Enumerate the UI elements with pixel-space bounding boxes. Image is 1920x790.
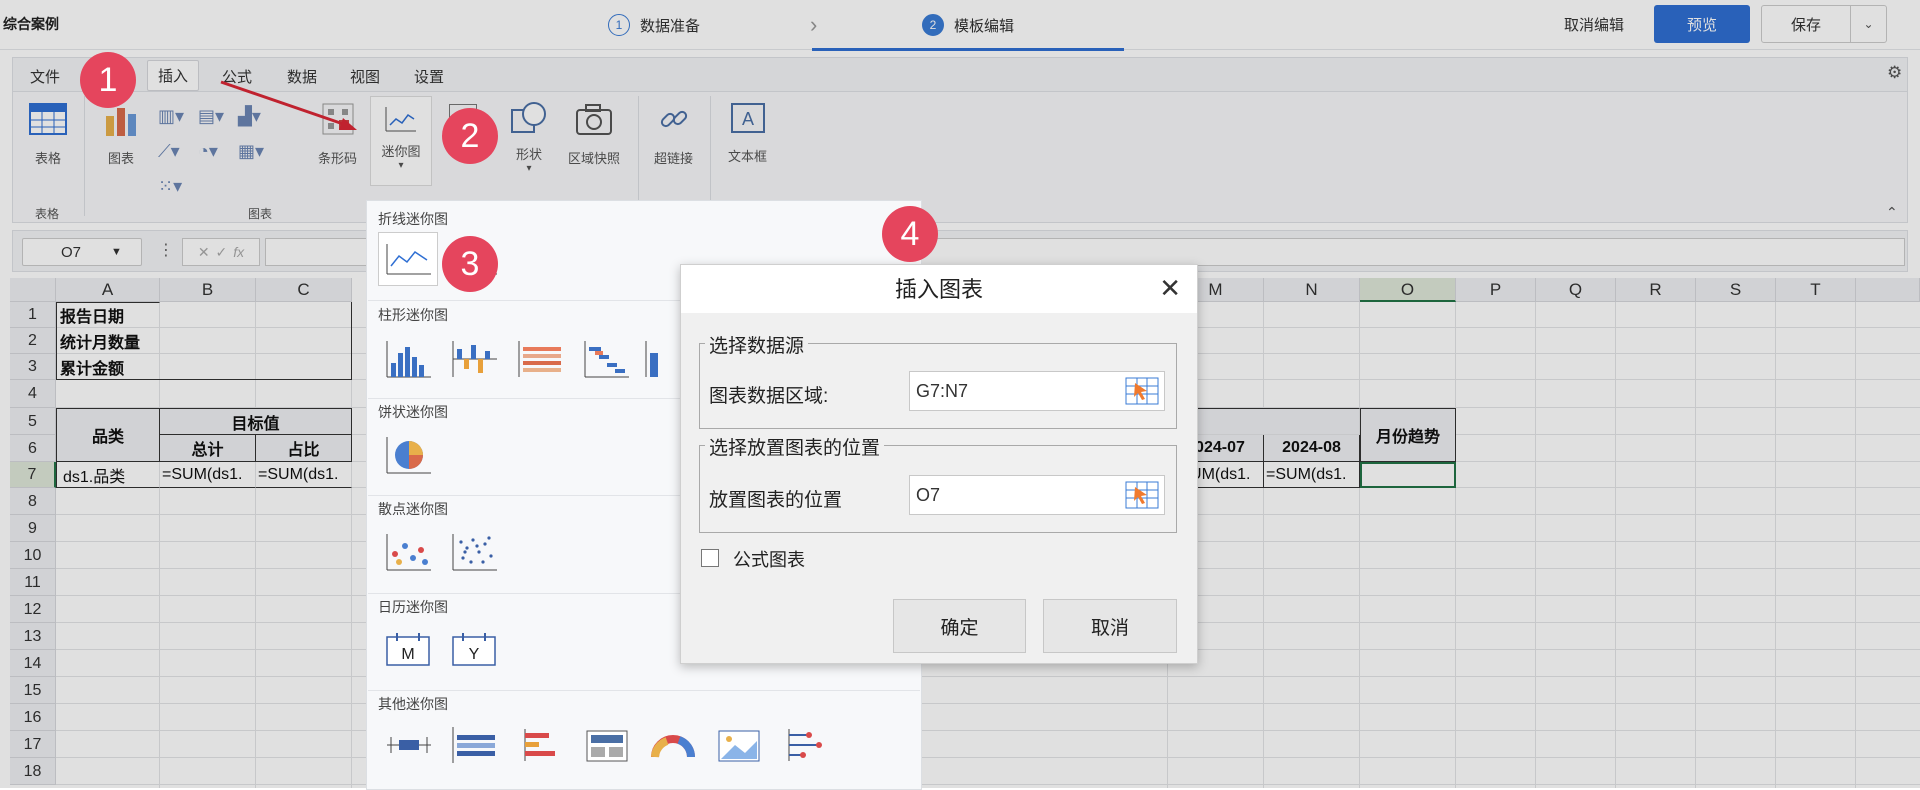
column-sparkline-option[interactable] [444, 332, 504, 386]
step-badge: 3 [442, 236, 498, 292]
other-sparkline-option[interactable] [642, 718, 702, 772]
section-pie-sparkline: 饼状迷你图 [378, 404, 448, 420]
dense-scatter-sparkline-option[interactable] [444, 525, 504, 579]
formula-chart-label: 公式图表 [733, 550, 805, 570]
image-sparkline-icon [586, 730, 628, 762]
section-calendar-sparkline: 日历迷你图 [378, 599, 448, 615]
column-sparkline-icon [386, 341, 431, 378]
formula-chart-checkbox[interactable] [701, 549, 719, 567]
year-calendar-icon: Y [452, 633, 496, 666]
lollipop-sparkline-icon [788, 729, 822, 761]
cascade-sparkline-icon [584, 341, 629, 378]
pie-sparkline-icon [386, 437, 431, 474]
line-sparkline-icon [386, 244, 431, 275]
variance-sparkline-icon [524, 729, 555, 761]
section-scatter-sparkline: 散点迷你图 [378, 501, 448, 517]
cancel-button[interactable]: 取消 [1043, 599, 1177, 653]
column-sparkline-option[interactable] [378, 332, 438, 386]
year-letter: Y [469, 646, 480, 663]
column-sparkline-option[interactable] [576, 332, 636, 386]
other-sparkline-option[interactable] [444, 718, 504, 772]
place-select-icon[interactable] [1125, 481, 1159, 513]
section-other-sparkline: 其他迷你图 [378, 696, 448, 712]
box-plot-icon [387, 737, 431, 753]
bullet-sparkline-icon [452, 727, 495, 763]
section-line-sparkline: 折线迷你图 [378, 211, 448, 227]
month-calendar-icon: M [386, 633, 430, 666]
range-label: 图表数据区域: [709, 386, 829, 407]
place-value: O7 [916, 484, 941, 505]
gauge-sparkline-icon [651, 735, 696, 758]
place-legend: 选择放置图表的位置 [705, 433, 885, 460]
other-sparkline-option[interactable] [378, 718, 438, 772]
month-calendar-sparkline-option[interactable]: M [378, 622, 438, 676]
place-label: 放置图表的位置 [709, 490, 843, 511]
pie-sparkline-option[interactable] [378, 428, 438, 482]
source-legend: 选择数据源 [705, 331, 809, 358]
step-badge: 4 [882, 206, 938, 262]
scatter-sparkline-icon [386, 534, 431, 571]
dense-scatter-icon [452, 534, 497, 571]
range-select-icon[interactable] [1125, 377, 1159, 409]
hbar-sparkline-icon [518, 341, 561, 377]
divider [368, 690, 920, 691]
close-icon[interactable]: ✕ [1159, 275, 1181, 301]
stacked-sparkline-icon [645, 341, 658, 377]
dialog-title: 插入图表 [681, 265, 1197, 313]
line-sparkline-option[interactable] [378, 232, 438, 286]
scatter-sparkline-option[interactable] [378, 525, 438, 579]
step-badge: 2 [442, 108, 498, 164]
picture-icon [718, 730, 760, 762]
month-letter: M [401, 646, 414, 663]
insert-chart-dialog: 插入图表 ✕ 选择数据源 图表数据区域: G7:N7 选择放置图表的位置 放置图… [680, 264, 1198, 664]
other-sparkline-option[interactable] [510, 718, 570, 772]
winloss-sparkline-icon [452, 341, 497, 377]
annotation-arrow [220, 80, 357, 130]
column-sparkline-option[interactable] [642, 332, 670, 386]
other-sparkline-option[interactable] [576, 718, 636, 772]
other-sparkline-option[interactable] [774, 718, 834, 772]
year-calendar-sparkline-option[interactable]: Y [444, 622, 504, 676]
ok-button[interactable]: 确定 [893, 599, 1026, 653]
column-sparkline-option[interactable] [510, 332, 570, 386]
section-column-sparkline: 柱形迷你图 [378, 307, 448, 323]
step-badge: 1 [80, 52, 136, 108]
range-value: G7:N7 [916, 380, 969, 401]
other-sparkline-option[interactable] [708, 718, 768, 772]
